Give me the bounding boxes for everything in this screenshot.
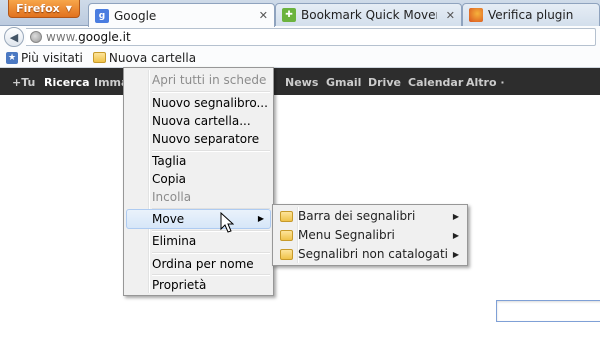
submenu-arrow-icon: ▶: [257, 214, 264, 223]
submenu-item-label: Menu Segnalibri: [298, 228, 395, 242]
menu-item-move[interactable]: Move ▶: [126, 209, 271, 229]
submenu-arrow-icon: ▶: [452, 212, 459, 221]
google-favicon-icon: g: [95, 8, 109, 23]
tab-label: Bookmark Quick Mover :: Add...: [301, 8, 437, 22]
folder-icon: [280, 230, 293, 241]
google-bar-item-ricerca[interactable]: Ricerca: [44, 76, 90, 89]
firefox-menu-button[interactable]: Firefox ▼: [8, 0, 80, 18]
folder-icon: [280, 249, 293, 260]
menu-item-apri-tutti: Apri tutti in schede: [152, 73, 267, 87]
mouse-cursor-icon: [220, 212, 234, 233]
menu-item-nuovo-segnalibro[interactable]: Nuovo segnalibro...: [126, 93, 271, 113]
tab-label: Verifica plugin: [488, 8, 574, 22]
close-tab-icon[interactable]: ✕: [446, 9, 455, 22]
globe-icon: [30, 31, 42, 43]
bookmark-folder-nuova-cartella[interactable]: Nuova cartella: [90, 51, 199, 65]
back-arrow-icon: ◀: [9, 30, 19, 44]
google-bar-item-gmail[interactable]: Gmail: [326, 76, 361, 89]
bookmark-context-menu: Apri tutti in schede Nuovo segnalibro...…: [123, 67, 274, 296]
submenu-item-segnalibri-non-catalogati[interactable]: Segnalibri non catalogati ▶: [275, 245, 465, 264]
back-button[interactable]: ◀: [4, 27, 24, 47]
menu-item-taglia[interactable]: Taglia: [126, 151, 271, 171]
url-domain: google.it: [78, 30, 131, 44]
menu-item-nuova-cartella[interactable]: Nuova cartella...: [126, 111, 271, 131]
submenu-item-label: Segnalibri non catalogati: [298, 247, 449, 261]
menu-item-ordina-per-nome[interactable]: Ordina per nome: [126, 254, 271, 274]
menu-item-proprieta[interactable]: Proprietà: [126, 275, 271, 295]
close-tab-icon[interactable]: ✕: [259, 9, 268, 22]
menu-item-nuovo-separatore[interactable]: Nuovo separatore: [126, 129, 271, 149]
firefox-favicon-icon: [469, 8, 483, 22]
search-input[interactable]: [496, 300, 600, 322]
google-bar-item-calendar[interactable]: Calendar: [408, 76, 463, 89]
submenu-arrow-icon: ▶: [452, 231, 459, 240]
google-bar-item-news[interactable]: News: [285, 76, 318, 89]
bookmark-most-visited[interactable]: ★ Più visitati: [3, 51, 86, 65]
submenu-item-menu-segnalibri[interactable]: Menu Segnalibri ▶: [275, 226, 465, 245]
url-text: www.google.it: [46, 30, 131, 44]
submenu-item-barra-dei-segnalibri[interactable]: Barra dei segnalibri ▶: [275, 207, 465, 226]
tab-bookmark-quick-mover[interactable]: ✚ Bookmark Quick Mover :: Add... ✕: [275, 3, 462, 26]
menu-item-incolla: Incolla: [152, 190, 192, 204]
tab-verifica-plugin[interactable]: Verifica plugin: [462, 3, 600, 26]
submenu-item-label: Barra dei segnalibri: [298, 209, 416, 223]
url-prefix: www.: [46, 30, 79, 44]
tab-label: Google: [114, 8, 157, 23]
chevron-down-icon: ▼: [65, 4, 72, 13]
tab-strip: Firefox ▼ g Google ✕ ✚ Bookmark Quick Mo…: [0, 0, 600, 27]
menu-item-elimina[interactable]: Elimina: [126, 231, 271, 251]
navigation-bar: ◀ www.google.it: [0, 26, 600, 48]
bookmark-label: Più visitati: [21, 50, 83, 65]
bookmarks-toolbar: ★ Più visitati Nuova cartella: [0, 48, 600, 68]
menu-item-copia[interactable]: Copia: [126, 169, 271, 189]
google-bar-item-altro[interactable]: Altro ·: [466, 76, 505, 89]
url-bar[interactable]: www.google.it: [26, 28, 596, 46]
move-submenu: Barra dei segnalibri ▶ Menu Segnalibri ▶…: [272, 204, 468, 266]
google-bar-item-drive[interactable]: Drive: [368, 76, 401, 89]
bookmark-label: Nuova cartella: [108, 50, 197, 65]
folder-icon: [280, 211, 293, 222]
puzzle-favicon-icon: ✚: [282, 8, 296, 22]
most-visited-icon: ★: [6, 51, 18, 64]
google-bar-item-plus-tu[interactable]: +Tu: [12, 76, 35, 89]
folder-icon: [92, 52, 106, 63]
submenu-arrow-icon: ▶: [452, 250, 459, 259]
tab-google[interactable]: g Google ✕: [88, 3, 275, 27]
firefox-button-label: Firefox: [16, 2, 60, 15]
menu-item-label: Move: [152, 212, 185, 226]
google-top-bar: +Tu Ricerca Immag News Gmail Drive Calen…: [0, 68, 600, 95]
